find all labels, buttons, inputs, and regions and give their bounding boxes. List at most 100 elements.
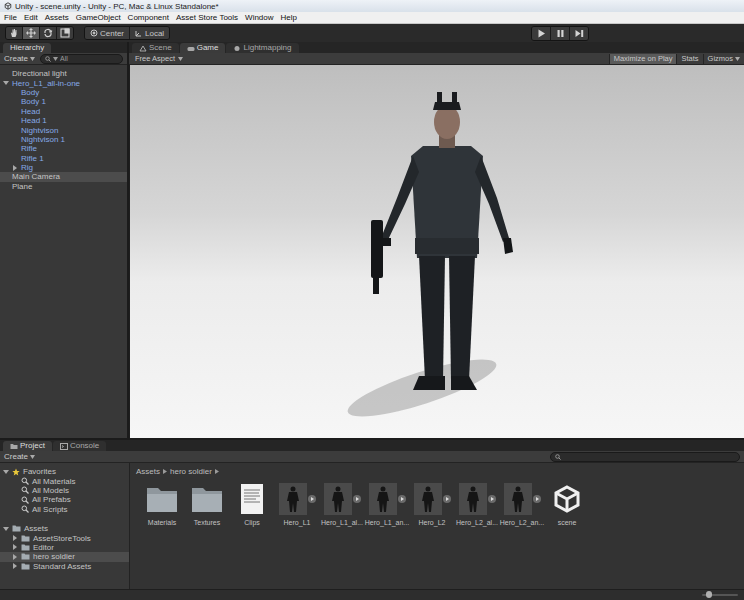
center-pivot-icon: [90, 29, 98, 37]
panel-tab[interactable]: Scene: [132, 43, 179, 53]
hierarchy-row[interactable]: Directional light: [0, 69, 127, 78]
pivot-button[interactable]: Local: [130, 27, 169, 39]
tree-row[interactable]: All Models: [0, 486, 129, 495]
asset-item[interactable]: Clips: [230, 483, 274, 526]
tree-row[interactable]: Assets: [0, 524, 129, 533]
asset-item[interactable]: Hero_L1_al...: [320, 483, 364, 526]
tree-row[interactable]: Standard Assets: [0, 562, 129, 571]
foldout-icon[interactable]: [3, 80, 9, 86]
hierarchy-row[interactable]: Head: [0, 107, 127, 116]
hierarchy-row[interactable]: Main Camera: [0, 172, 127, 181]
tool-button[interactable]: [23, 27, 40, 39]
tree-row[interactable]: AssetStoreTools: [0, 533, 129, 542]
hierarchy-row[interactable]: Head 1: [0, 116, 127, 125]
hierarchy-search[interactable]: All: [40, 54, 123, 64]
model-thumbnail-icon: [457, 483, 497, 515]
tree-row[interactable]: All Prefabs: [0, 495, 129, 504]
foldout-icon[interactable]: [12, 563, 18, 569]
panel-tab[interactable]: Console: [53, 441, 106, 451]
model-thumbnail-icon: [502, 483, 542, 515]
game-viewport[interactable]: [129, 65, 744, 438]
asset-item[interactable]: Hero_L1: [275, 483, 319, 526]
unity-scene-thumbnail-icon: [547, 483, 587, 515]
hierarchy-toolbar: Create All: [0, 53, 127, 65]
asset-item[interactable]: scene: [545, 483, 589, 526]
asset-item[interactable]: Hero_L1_an...: [365, 483, 409, 526]
foldout-icon[interactable]: [3, 469, 9, 475]
menu-item[interactable]: Assets: [45, 13, 69, 23]
menu-item[interactable]: GameObject: [76, 13, 121, 23]
game-toggle[interactable]: Gizmos: [703, 54, 744, 64]
asset-item[interactable]: Hero_L2_an...: [500, 483, 544, 526]
breadcrumb-item[interactable]: hero soldier: [170, 467, 212, 476]
tree-row[interactable]: Favorites: [0, 467, 129, 476]
asset-item[interactable]: Hero_L2_al...: [455, 483, 499, 526]
project-search[interactable]: [550, 452, 740, 462]
menu-item[interactable]: Asset Store Tools: [176, 13, 238, 23]
hierarchy-row[interactable]: Body 1: [0, 97, 127, 106]
game-toggle[interactable]: Stats: [676, 54, 702, 64]
menu-item[interactable]: Window: [245, 13, 273, 23]
menu-item[interactable]: Help: [281, 13, 297, 23]
menu-item[interactable]: File: [4, 13, 17, 23]
move-tool-icon: [26, 28, 36, 38]
aspect-dropdown[interactable]: Free Aspect: [135, 54, 183, 63]
hierarchy-row[interactable]: Plane: [0, 182, 127, 191]
zoom-slider[interactable]: [702, 594, 738, 596]
model-thumbnail-icon: [322, 483, 362, 515]
play-button[interactable]: [532, 27, 551, 40]
panel-tab[interactable]: Lightmapping: [226, 43, 298, 53]
tool-button[interactable]: [57, 27, 73, 39]
pause-button[interactable]: [551, 27, 570, 40]
create-button[interactable]: Create: [4, 54, 35, 63]
asset-item[interactable]: Textures: [185, 483, 229, 526]
menu-item[interactable]: Component: [128, 13, 169, 23]
foldout-icon[interactable]: [12, 554, 18, 560]
foldout-icon[interactable]: [12, 544, 18, 550]
project-body: FavoritesAll MaterialsAll ModelsAll Pref…: [0, 463, 744, 589]
saved-search-icon: [21, 486, 29, 494]
asset-grid: MaterialsTexturesClipsHero_L1Hero_L1_al.…: [130, 477, 744, 532]
game-toggle[interactable]: Maximize on Play: [609, 54, 677, 64]
breadcrumb-item[interactable]: Assets: [136, 467, 160, 476]
hierarchy-row[interactable]: Rifle: [0, 144, 127, 153]
hierarchy-row[interactable]: Nightvison 1: [0, 135, 127, 144]
tree-row[interactable]: All Scripts: [0, 505, 129, 514]
panel-tab[interactable]: Game: [180, 43, 226, 53]
step-button[interactable]: [570, 27, 588, 40]
asset-item[interactable]: Hero_L2: [410, 483, 454, 526]
menu-item[interactable]: Edit: [24, 13, 38, 23]
foldout-icon[interactable]: [3, 526, 9, 532]
model-thumbnail-icon: [367, 483, 407, 515]
dropdown-arrow-icon: [178, 57, 183, 61]
tab-strip: ProjectConsole: [0, 440, 744, 451]
zoom-slider-thumb[interactable]: [706, 591, 712, 598]
tree-row[interactable]: hero soldier: [0, 552, 129, 561]
pivot-button[interactable]: Center: [85, 27, 130, 39]
asset-item[interactable]: Materials: [140, 483, 184, 526]
panel-tab[interactable]: Hierarchy: [3, 43, 51, 53]
game-panel: SceneGameLightmapping Free Aspect Maximize…: [129, 42, 744, 438]
console-tab-icon: [60, 443, 68, 450]
create-button[interactable]: Create: [4, 452, 35, 461]
title-bar: Unity - scene.unity - Unity - PC, Mac & …: [0, 0, 744, 12]
hierarchy-row[interactable]: Rig: [0, 163, 127, 172]
hierarchy-row[interactable]: Hero_L1_all-in-one: [0, 78, 127, 87]
tree-row[interactable]: All Materials: [0, 476, 129, 485]
hierarchy-row[interactable]: Body: [0, 88, 127, 97]
hierarchy-row[interactable]: Nightvison: [0, 125, 127, 134]
pause-icon: [556, 29, 565, 38]
tool-button[interactable]: [40, 27, 57, 39]
tool-button[interactable]: [6, 27, 23, 39]
folder-thumbnail-icon: [187, 483, 227, 515]
panel-tab[interactable]: Project: [3, 441, 52, 451]
tab-strip: Hierarchy: [0, 42, 127, 53]
main-area: HierarchyCreate All Directional lightHero_…: [0, 42, 744, 438]
breadcrumb-arrow-icon: [163, 469, 167, 474]
foldout-icon[interactable]: [12, 535, 18, 541]
hierarchy-row[interactable]: Rifle 1: [0, 154, 127, 163]
window-title: Unity - scene.unity - Unity - PC, Mac & …: [15, 2, 219, 11]
unity-editor-window: Unity - scene.unity - Unity - PC, Mac & …: [0, 0, 744, 600]
foldout-icon[interactable]: [12, 165, 18, 171]
tree-row[interactable]: Editor: [0, 543, 129, 552]
